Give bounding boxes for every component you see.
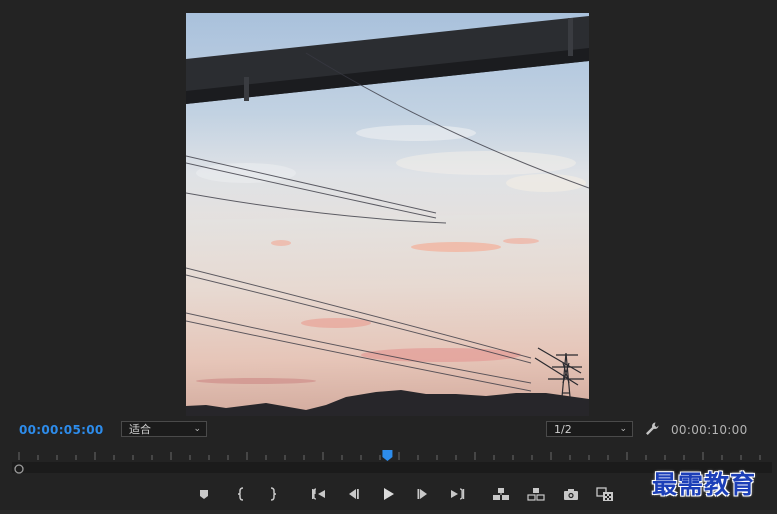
lift-button[interactable] [491, 484, 511, 504]
monitor-controls-row: 00:00:05:00 适合 ⌄ 1/2 ⌄ 00:00:10:00 [0, 418, 777, 442]
wrench-icon[interactable] [644, 421, 660, 437]
mark-out-button[interactable] [263, 484, 283, 504]
duration-timecode: 00:00:10:00 [671, 423, 748, 437]
mark-in-button[interactable] [231, 484, 251, 504]
video-content [186, 16, 589, 416]
play-icon [384, 488, 394, 500]
marker-icon [200, 490, 208, 499]
lift-icon [493, 488, 509, 500]
go-to-in-button[interactable] [309, 484, 329, 504]
camera-icon [564, 489, 578, 500]
panel-bottom-edge [0, 510, 777, 514]
playback-resolution-select[interactable]: 1/2 ⌄ [546, 421, 633, 437]
mark-in-icon [237, 487, 244, 501]
chevron-down-icon: ⌄ [193, 424, 201, 434]
watermark-logo: 最需教育 [652, 470, 757, 499]
chevron-down-icon: ⌄ [619, 424, 627, 434]
compare-view-icon [596, 487, 613, 501]
playback-resolution-value: 1/2 [554, 423, 572, 436]
play-button[interactable] [378, 484, 398, 504]
go-to-in-icon [312, 488, 325, 500]
go-to-out-icon [451, 488, 465, 500]
zoom-level-select[interactable]: 适合 ⌄ [121, 421, 207, 437]
step-back-button[interactable] [343, 484, 363, 504]
export-frame-button[interactable] [561, 484, 581, 504]
zoom-level-value: 适合 [129, 423, 151, 436]
extract-icon [527, 488, 545, 501]
add-marker-button[interactable] [194, 484, 214, 504]
step-forward-icon [417, 489, 427, 499]
step-back-icon [349, 489, 359, 499]
mark-out-icon [270, 487, 277, 501]
compare-view-button[interactable] [595, 484, 615, 504]
program-monitor: 00:00:05:00 适合 ⌄ 1/2 ⌄ 00:00:10:00 最需教育 [0, 0, 777, 514]
step-forward-button[interactable] [413, 484, 433, 504]
go-to-out-button[interactable] [447, 484, 467, 504]
extract-button[interactable] [526, 484, 546, 504]
video-frame[interactable] [186, 13, 589, 416]
playhead[interactable] [382, 450, 393, 461]
current-timecode[interactable]: 00:00:05:00 [19, 423, 104, 437]
